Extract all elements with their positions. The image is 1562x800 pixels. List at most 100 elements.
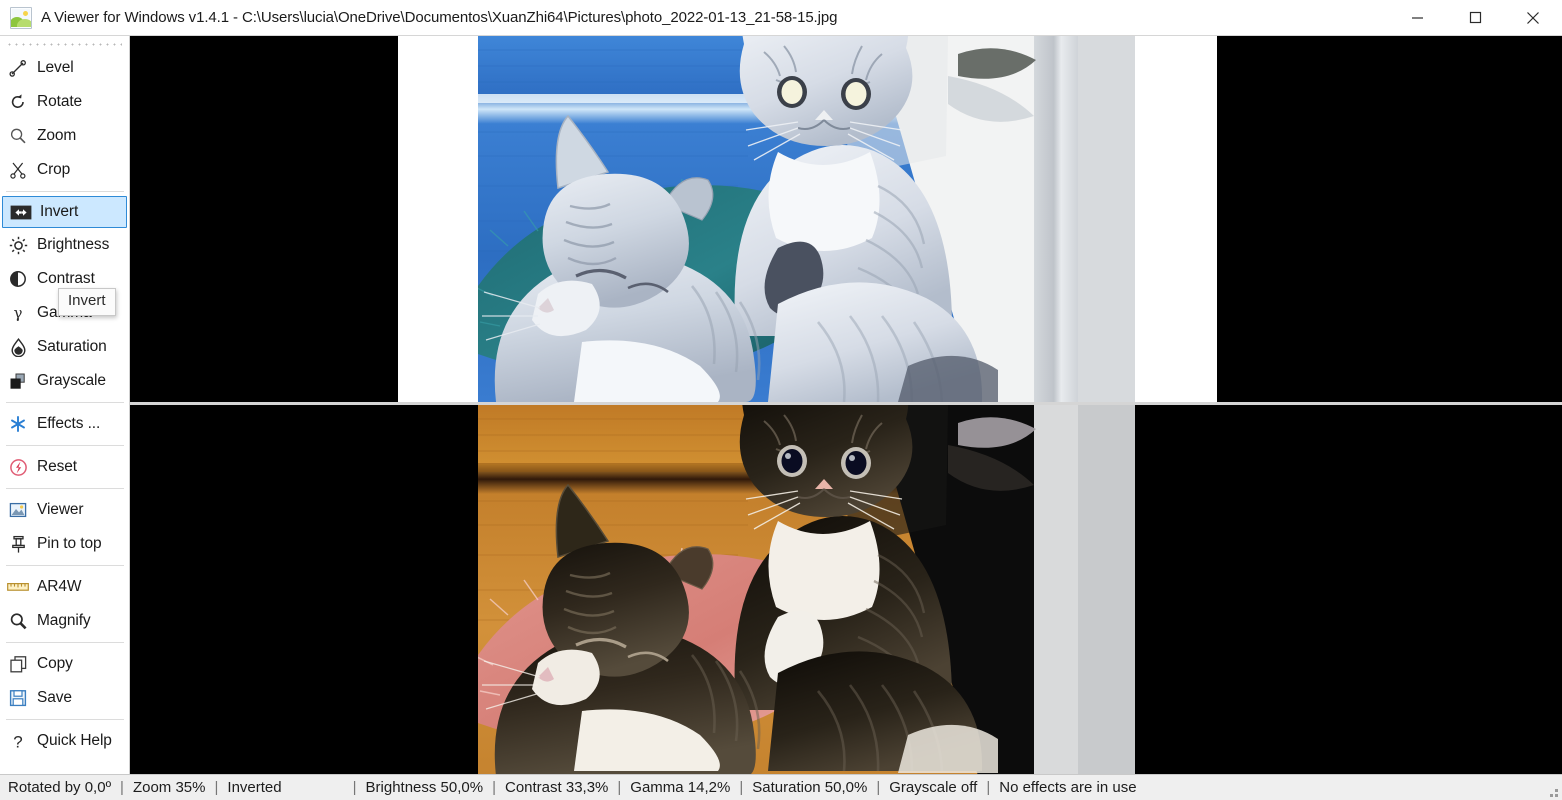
separator	[6, 488, 124, 489]
sidebar-item-label: Contrast	[37, 270, 95, 288]
sidebar-item-crop[interactable]: Crop	[0, 153, 129, 187]
original-cats-artwork	[478, 405, 1135, 774]
letterbox-white-right	[1135, 36, 1217, 402]
image-canvas[interactable]	[130, 36, 1562, 774]
sidebar-item-quick-help[interactable]: ? Quick Help	[0, 724, 129, 758]
tooltip: Invert	[58, 288, 116, 316]
separator	[6, 719, 124, 720]
original-photo	[478, 405, 1135, 774]
sidebar-item-label: Grayscale	[37, 372, 106, 390]
viewer-icon	[6, 499, 30, 521]
magnify-icon	[6, 610, 30, 632]
svg-text:γ: γ	[14, 304, 23, 322]
brightness-icon	[6, 234, 30, 256]
effects-icon	[6, 413, 30, 435]
status-brightness: Brightness 50,0%	[365, 779, 484, 796]
sidebar-item-label: Pin to top	[37, 535, 102, 553]
sidebar-item-label: Invert	[40, 203, 79, 221]
status-rotated: Rotated by 0,0º	[8, 779, 112, 796]
status-gamma: Gamma 14,2%	[630, 779, 731, 796]
sidebar-item-ar4w[interactable]: AR4W	[0, 570, 129, 604]
sidebar-item-label: Crop	[37, 161, 71, 179]
status-effects: No effects are in use	[999, 779, 1137, 796]
tool-sidebar: Level Rotate Zoom Crop Invert Brightness…	[0, 36, 130, 774]
status-contrast: Contrast 33,3%	[505, 779, 609, 796]
sidebar-item-effects[interactable]: Effects ...	[0, 407, 129, 441]
status-separator: |	[214, 779, 219, 796]
saturation-icon	[6, 336, 30, 358]
sidebar-item-label: Copy	[37, 655, 73, 673]
level-icon	[6, 57, 30, 79]
separator	[6, 565, 124, 566]
window-title: A Viewer for Windows v1.4.1 - C:\Users\l…	[41, 9, 838, 26]
close-icon[interactable]	[1504, 0, 1562, 36]
sidebar-item-label: Level	[37, 59, 74, 77]
status-separator: |	[352, 779, 357, 796]
sidebar-item-zoom[interactable]: Zoom	[0, 119, 129, 153]
pin-icon	[6, 533, 30, 555]
sidebar-item-saturation[interactable]: Saturation	[0, 330, 129, 364]
reset-icon	[6, 456, 30, 478]
preview-divider	[130, 402, 1562, 405]
gamma-icon: γ	[6, 302, 30, 324]
status-grayscale: Grayscale off	[889, 779, 978, 796]
title-bar: A Viewer for Windows v1.4.1 - C:\Users\l…	[0, 0, 1562, 36]
ruler-icon	[6, 576, 30, 598]
window-body: Level Rotate Zoom Crop Invert Brightness…	[0, 36, 1562, 774]
status-inverted: Inverted	[227, 779, 282, 796]
separator	[6, 642, 124, 643]
sidebar-item-level[interactable]: Level	[0, 51, 129, 85]
sidebar-item-label: Magnify	[37, 612, 91, 630]
sidebar-item-invert[interactable]: Invert	[2, 196, 127, 228]
maximize-icon[interactable]	[1446, 0, 1504, 36]
sidebar-item-label: Save	[37, 689, 72, 707]
grayscale-icon	[6, 370, 30, 392]
contrast-icon	[6, 268, 30, 290]
sidebar-item-reset[interactable]: Reset	[0, 450, 129, 484]
inverted-cats-artwork	[478, 36, 1135, 402]
save-icon	[6, 687, 30, 709]
separator	[6, 191, 124, 192]
sidebar-item-label: Zoom	[37, 127, 77, 145]
sidebar-item-viewer[interactable]: Viewer	[0, 493, 129, 527]
sidebar-item-grayscale[interactable]: Grayscale	[0, 364, 129, 398]
status-separator: |	[986, 779, 991, 796]
status-bar: Rotated by 0,0º | Zoom 35% | Inverted | …	[0, 774, 1562, 800]
window-controls	[1388, 0, 1562, 36]
sidebar-item-label: Effects ...	[37, 415, 101, 433]
copy-icon	[6, 653, 30, 675]
separator	[6, 402, 124, 403]
rotate-icon	[6, 91, 30, 113]
separator	[6, 445, 124, 446]
sidebar-item-label: Rotate	[37, 93, 83, 111]
sidebar-item-brightness[interactable]: Brightness	[0, 228, 129, 262]
zoom-icon	[6, 125, 30, 147]
sidebar-item-save[interactable]: Save	[0, 681, 129, 715]
status-saturation: Saturation 50,0%	[752, 779, 868, 796]
status-separator: |	[492, 779, 496, 796]
inverted-preview-pane	[130, 36, 1562, 402]
original-preview-pane	[130, 405, 1562, 774]
sidebar-item-label: Quick Help	[37, 732, 112, 750]
sidebar-item-label: Viewer	[37, 501, 84, 519]
sidebar-item-rotate[interactable]: Rotate	[0, 85, 129, 119]
status-separator: |	[617, 779, 622, 796]
sidebar-item-pin-to-top[interactable]: Pin to top	[0, 527, 129, 561]
sidebar-item-label: AR4W	[37, 578, 82, 596]
sidebar-item-label: Brightness	[37, 236, 110, 254]
status-separator: |	[120, 779, 124, 796]
letterbox-white-left	[398, 36, 478, 402]
sidebar-item-label: Reset	[37, 458, 77, 476]
drag-grip[interactable]	[6, 39, 122, 50]
invert-icon	[9, 201, 33, 223]
picture-icon	[10, 6, 32, 29]
resize-grip[interactable]	[1546, 785, 1558, 797]
svg-text:?: ?	[13, 732, 22, 751]
sidebar-item-copy[interactable]: Copy	[0, 647, 129, 681]
status-zoom: Zoom 35%	[132, 779, 206, 796]
question-icon: ?	[6, 730, 30, 752]
crop-icon	[6, 159, 30, 181]
application-window: A Viewer for Windows v1.4.1 - C:\Users\l…	[0, 0, 1562, 800]
sidebar-item-magnify[interactable]: Magnify	[0, 604, 129, 638]
minimize-icon[interactable]	[1388, 0, 1446, 36]
